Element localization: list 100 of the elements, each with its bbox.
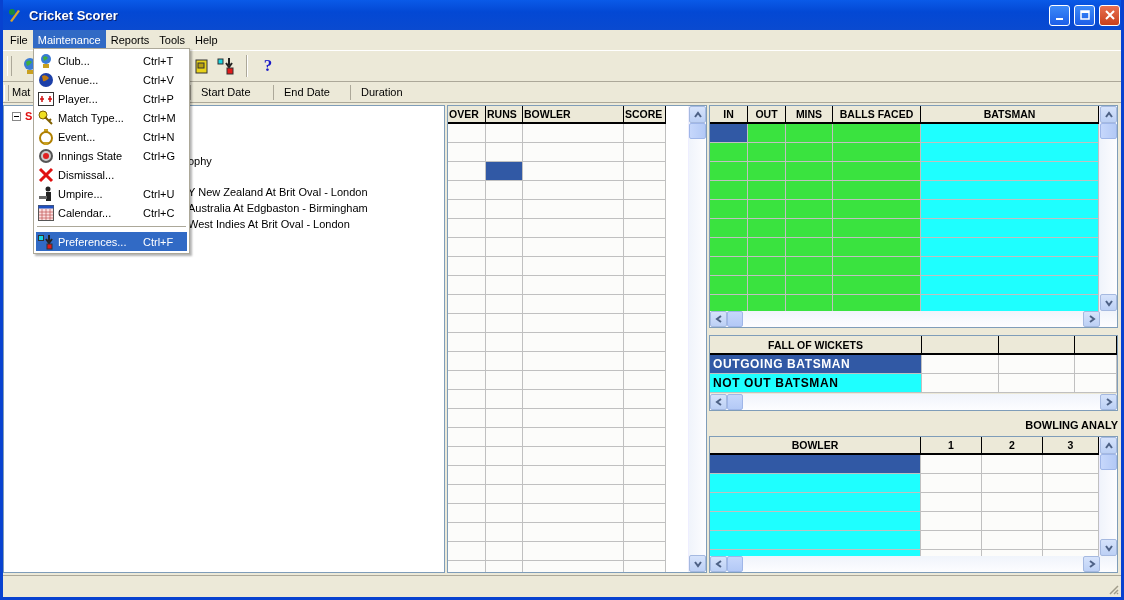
table-cell[interactable] bbox=[448, 333, 486, 352]
table-cell[interactable] bbox=[921, 238, 1099, 257]
table-cell[interactable] bbox=[748, 276, 786, 295]
table-cell[interactable] bbox=[748, 162, 786, 181]
table-cell[interactable] bbox=[448, 466, 486, 485]
column-header[interactable]: 2 bbox=[982, 437, 1043, 455]
scroll-right-button[interactable] bbox=[1083, 556, 1100, 572]
table-cell[interactable] bbox=[982, 512, 1043, 531]
scroll-left-button[interactable] bbox=[710, 556, 727, 572]
scroll-right-button[interactable] bbox=[1083, 311, 1100, 327]
table-cell[interactable] bbox=[786, 124, 833, 143]
table-cell[interactable] bbox=[833, 257, 921, 276]
table-cell[interactable] bbox=[786, 295, 833, 311]
table-cell[interactable] bbox=[448, 352, 486, 371]
table-cell[interactable] bbox=[982, 455, 1043, 474]
table-cell[interactable] bbox=[921, 257, 1099, 276]
column-header[interactable]: End Date bbox=[274, 85, 351, 100]
table-cell[interactable] bbox=[624, 314, 666, 333]
table-cell[interactable] bbox=[1043, 531, 1099, 550]
table-cell[interactable] bbox=[748, 238, 786, 257]
collapse-icon[interactable] bbox=[12, 111, 21, 121]
table-cell[interactable] bbox=[624, 181, 666, 200]
table-cell[interactable] bbox=[523, 200, 624, 219]
table-cell[interactable] bbox=[523, 504, 624, 523]
table-cell[interactable] bbox=[486, 542, 523, 561]
maximize-button[interactable] bbox=[1074, 4, 1095, 26]
menu-item[interactable]: Help bbox=[189, 30, 223, 49]
table-cell[interactable] bbox=[921, 124, 1099, 143]
table-cell[interactable] bbox=[982, 493, 1043, 512]
table-cell[interactable] bbox=[833, 162, 921, 181]
table-cell[interactable] bbox=[523, 276, 624, 295]
table-cell[interactable] bbox=[982, 531, 1043, 550]
column-header[interactable]: OUT bbox=[748, 106, 786, 124]
table-cell[interactable] bbox=[486, 314, 523, 333]
column-header[interactable]: 3 bbox=[1043, 437, 1099, 455]
table-cell[interactable] bbox=[523, 542, 624, 561]
table-cell[interactable] bbox=[922, 374, 999, 393]
table-cell[interactable] bbox=[624, 523, 666, 542]
table-cell[interactable] bbox=[833, 143, 921, 162]
scroll-up-button[interactable] bbox=[1100, 437, 1117, 454]
column-header[interactable]: SCORE bbox=[624, 106, 666, 124]
table-cell[interactable] bbox=[624, 466, 666, 485]
table-cell[interactable] bbox=[921, 493, 982, 512]
table-cell[interactable] bbox=[710, 162, 748, 181]
menu-item[interactable]: Innings State Ctrl+G bbox=[36, 146, 187, 165]
table-cell[interactable] bbox=[921, 455, 982, 474]
close-button[interactable] bbox=[1099, 4, 1120, 26]
table-cell[interactable] bbox=[833, 238, 921, 257]
table-cell[interactable] bbox=[486, 447, 523, 466]
table-cell[interactable] bbox=[624, 143, 666, 162]
table-cell[interactable] bbox=[486, 295, 523, 314]
table-cell[interactable] bbox=[523, 523, 624, 542]
menu-item[interactable]: Match Type... Ctrl+M bbox=[36, 108, 187, 127]
tree-item[interactable]: Australia At Edgbaston - Birmingham bbox=[188, 200, 444, 216]
table-cell[interactable] bbox=[921, 200, 1099, 219]
column-header[interactable]: IN bbox=[710, 106, 748, 124]
table-cell[interactable] bbox=[448, 238, 486, 257]
table-cell[interactable] bbox=[624, 352, 666, 371]
table-cell[interactable] bbox=[833, 200, 921, 219]
table-cell[interactable] bbox=[833, 295, 921, 311]
column-header[interactable]: Duration bbox=[351, 85, 413, 100]
table-cell[interactable] bbox=[624, 219, 666, 238]
menu-item[interactable]: Venue... Ctrl+V bbox=[36, 70, 187, 89]
scrollbar-thumb[interactable] bbox=[727, 311, 743, 327]
scrollbar-thumb[interactable] bbox=[727, 556, 743, 572]
table-cell[interactable] bbox=[448, 257, 486, 276]
column-header[interactable] bbox=[922, 336, 999, 355]
table-cell[interactable] bbox=[486, 276, 523, 295]
scrollbar-thumb[interactable] bbox=[1100, 454, 1117, 470]
table-cell[interactable] bbox=[523, 447, 624, 466]
table-cell[interactable] bbox=[833, 181, 921, 200]
table-cell[interactable] bbox=[1043, 474, 1099, 493]
table-cell[interactable] bbox=[523, 181, 624, 200]
table-cell[interactable] bbox=[523, 295, 624, 314]
table-cell[interactable] bbox=[624, 485, 666, 504]
table-cell[interactable] bbox=[486, 523, 523, 542]
menu-item[interactable]: Player... Ctrl+P bbox=[36, 89, 187, 108]
table-cell[interactable] bbox=[448, 200, 486, 219]
table-cell[interactable] bbox=[448, 314, 486, 333]
table-cell[interactable] bbox=[982, 474, 1043, 493]
table-cell[interactable] bbox=[624, 162, 666, 181]
column-header[interactable]: 1 bbox=[921, 437, 982, 455]
table-cell[interactable] bbox=[833, 276, 921, 295]
table-cell[interactable] bbox=[448, 447, 486, 466]
table-cell[interactable] bbox=[921, 162, 1099, 181]
table-cell[interactable] bbox=[523, 371, 624, 390]
table-cell[interactable] bbox=[833, 124, 921, 143]
column-header[interactable]: MINS bbox=[786, 106, 833, 124]
table-cell[interactable] bbox=[1043, 493, 1099, 512]
table-cell[interactable] bbox=[710, 124, 748, 143]
menu-item[interactable]: Calendar... Ctrl+C bbox=[36, 203, 187, 222]
scroll-right-button[interactable] bbox=[1100, 394, 1117, 410]
menu-item[interactable]: Dismissal... bbox=[36, 165, 187, 184]
table-cell[interactable] bbox=[710, 238, 748, 257]
table-cell[interactable] bbox=[921, 512, 982, 531]
table-cell[interactable] bbox=[999, 355, 1075, 374]
table-cell[interactable] bbox=[624, 428, 666, 447]
table-cell[interactable] bbox=[710, 257, 748, 276]
table-cell[interactable] bbox=[523, 257, 624, 276]
table-cell[interactable] bbox=[448, 295, 486, 314]
